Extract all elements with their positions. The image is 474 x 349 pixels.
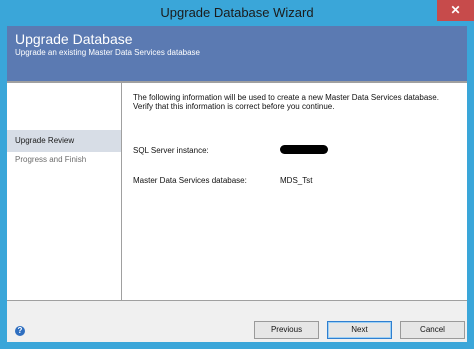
wizard-header: Upgrade Database Upgrade an existing Mas…: [7, 26, 467, 81]
intro-text-line2: Verify that this information is correct …: [133, 102, 335, 111]
help-icon[interactable]: ?: [15, 326, 25, 336]
close-button[interactable]: [437, 0, 474, 21]
nav-item-progress-and-finish[interactable]: Progress and Finish: [7, 149, 121, 171]
next-button[interactable]: Next: [327, 321, 392, 339]
sql-server-instance-label: SQL Server instance:: [133, 146, 209, 155]
page-title: Upgrade Database: [15, 31, 133, 47]
mds-database-value: MDS_Tst: [280, 176, 313, 185]
cancel-button[interactable]: Cancel: [400, 321, 465, 339]
intro-text-line1: The following information will be used t…: [133, 93, 439, 102]
previous-button[interactable]: Previous: [254, 321, 319, 339]
wizard-client-area: Upgrade Database Upgrade an existing Mas…: [7, 26, 467, 342]
mds-database-label: Master Data Services database:: [133, 176, 247, 185]
wizard-nav: Upgrade Review Progress and Finish: [7, 83, 121, 300]
nav-divider: [121, 83, 122, 300]
wizard-footer: [7, 301, 467, 342]
page-subtitle: Upgrade an existing Master Data Services…: [15, 48, 200, 57]
window-title: Upgrade Database Wizard: [160, 5, 314, 20]
title-bar: Upgrade Database Wizard: [0, 0, 474, 26]
sql-server-instance-value-redacted: [280, 145, 328, 154]
